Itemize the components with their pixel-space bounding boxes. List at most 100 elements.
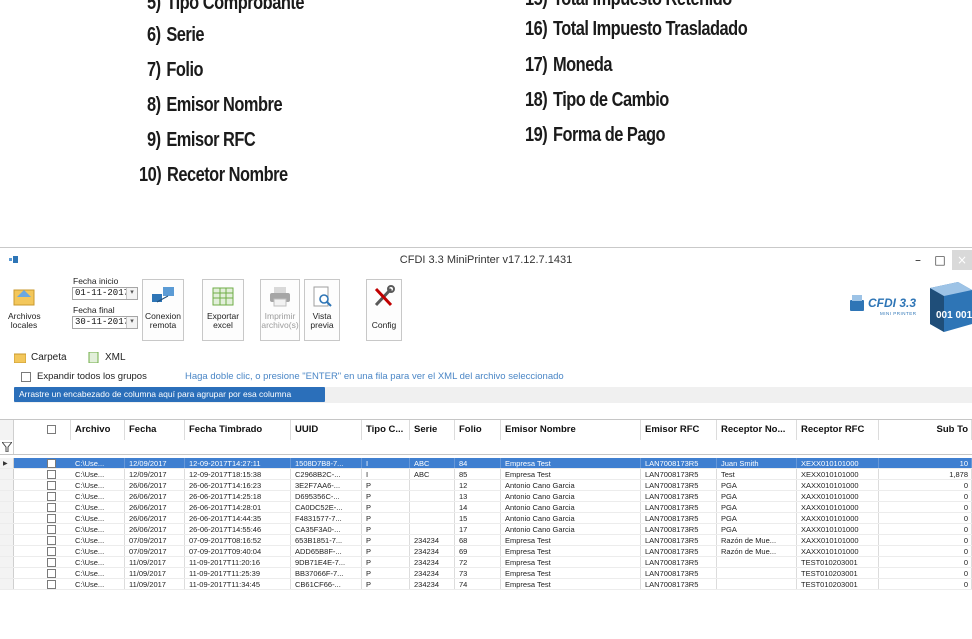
cell-archivo: C:\Use... xyxy=(71,568,125,578)
config-label: Config xyxy=(371,320,397,330)
row-checkbox[interactable] xyxy=(47,536,56,545)
conexion-remota-button[interactable]: Conexion remota xyxy=(142,279,184,341)
table-row[interactable]: C:\Use... 26/06/2017 26-06-2017T14:55:46 CA… xyxy=(0,524,972,535)
table-row[interactable]: ▶ C:\Use... 12/09/2017 12-09-2017T14:27:11 1… xyxy=(0,458,972,469)
chevron-down-icon[interactable]: ▾ xyxy=(126,288,137,299)
table-row[interactable]: C:\Use... 26/06/2017 26-06-2017T14:16:23 3E… xyxy=(0,480,972,491)
column-header-receptor-rfc[interactable]: Receptor RFC xyxy=(797,420,879,440)
table-row[interactable]: C:\Use... 26/06/2017 26-06-2017T14:44:35 F4… xyxy=(0,513,972,524)
cell-uuid: C2968B2C-... xyxy=(291,469,362,479)
exportar-excel-button[interactable]: Exportar excel xyxy=(202,279,244,341)
cell-receptor-rfc: XAXX010101000 xyxy=(797,491,879,501)
table-row[interactable]: C:\Use... 11/09/2017 11-09-2017T11:20:16 9D… xyxy=(0,557,972,568)
cell-tipo-comprobante: P xyxy=(362,546,410,556)
ribbon-toolbar: Archivos locales Fecha inicio 01-11-2017… xyxy=(0,275,972,345)
fecha-inicio-input[interactable]: 01-11-2017 ▾ xyxy=(72,287,138,300)
cell-folio: 13 xyxy=(455,491,501,501)
row-indicator[interactable] xyxy=(0,480,14,490)
row-checkbox[interactable] xyxy=(47,514,56,523)
select-all-checkbox[interactable] xyxy=(47,425,56,434)
row-checkbox[interactable] xyxy=(47,558,56,567)
table-row[interactable]: C:\Use... 07/09/2017 07-09-2017T08:16:52 65… xyxy=(0,535,972,546)
column-header-folio[interactable]: Folio xyxy=(455,420,501,440)
minimize-button[interactable]: – xyxy=(908,250,928,270)
column-header-sub-total[interactable]: Sub To xyxy=(879,420,972,440)
column-header-emisor-nombre[interactable]: Emisor Nombre xyxy=(501,420,641,440)
cell-tipo-comprobante: P xyxy=(362,480,410,490)
row-indicator[interactable]: ▶ xyxy=(0,458,14,468)
row-indicator[interactable] xyxy=(0,568,14,578)
cell-uuid: BB37066F-7... xyxy=(291,568,362,578)
cell-fecha: 11/09/2017 xyxy=(125,568,185,578)
row-checkbox[interactable] xyxy=(47,569,56,578)
cell-sub-total: 0 xyxy=(879,579,972,589)
table-row[interactable]: C:\Use... 26/06/2017 26-06-2017T14:25:18 D6… xyxy=(0,491,972,502)
row-indicator[interactable] xyxy=(0,579,14,589)
chevron-down-icon[interactable]: ▾ xyxy=(126,317,137,328)
cell-tipo-comprobante: P xyxy=(362,535,410,545)
row-indicator[interactable] xyxy=(0,513,14,523)
hint-text: Haga doble clic, o presione "ENTER" en u… xyxy=(185,371,564,382)
row-indicator[interactable] xyxy=(0,502,14,512)
row-indicator[interactable] xyxy=(0,491,14,501)
cell-emisor-rfc: LAN7008173R5 xyxy=(641,535,717,545)
column-header-receptor-nombre[interactable]: Receptor No... xyxy=(717,420,797,440)
tab-xml[interactable]: XML xyxy=(88,352,126,363)
row-checkbox[interactable] xyxy=(47,492,56,501)
cell-sub-total: 0 xyxy=(879,480,972,490)
column-header-serie[interactable]: Serie xyxy=(410,420,455,440)
table-row[interactable]: C:\Use... 11/09/2017 11-09-2017T11:34:45 CB… xyxy=(0,579,972,590)
column-header-fecha-timbrado[interactable]: Fecha Timbrado xyxy=(185,420,291,440)
cell-emisor-rfc: LAN7008173R5 xyxy=(641,480,717,490)
row-checkbox[interactable] xyxy=(47,503,56,512)
row-checkbox[interactable] xyxy=(47,459,56,468)
cell-receptor-rfc: XAXX010101000 xyxy=(797,535,879,545)
column-header-fecha[interactable]: Fecha xyxy=(125,420,185,440)
imprimir-button[interactable]: Imprimir archivo(s) xyxy=(260,279,300,341)
home-folder-icon xyxy=(13,289,35,306)
fecha-final-input[interactable]: 30-11-2017 ▾ xyxy=(72,316,138,329)
table-row[interactable]: C:\Use... 11/09/2017 11-09-2017T11:25:39 BB… xyxy=(0,568,972,579)
cell-sub-total: 0 xyxy=(879,568,972,578)
archivos-locales-button[interactable]: Archivos locales xyxy=(8,279,41,341)
column-header-tipo-comprobante[interactable]: Tipo C... xyxy=(362,420,410,440)
cell-emisor-rfc: LAN7008173R5 xyxy=(641,568,717,578)
cell-archivo: C:\Use... xyxy=(71,524,125,534)
doc-item: 6) Serie xyxy=(147,24,205,46)
cell-uuid: 653B1851-7... xyxy=(291,535,362,545)
tab-carpeta[interactable]: Carpeta xyxy=(14,352,67,363)
row-checkbox[interactable] xyxy=(47,525,56,534)
cell-tipo-comprobante: I xyxy=(362,458,410,468)
row-indicator[interactable] xyxy=(0,546,14,556)
column-header-archivo[interactable]: Archivo xyxy=(71,420,125,440)
row-checkbox[interactable] xyxy=(47,470,56,479)
row-checkbox[interactable] xyxy=(47,580,56,589)
cell-serie xyxy=(410,491,455,501)
table-row[interactable]: C:\Use... 12/09/2017 12-09-2017T18:15:38 C2… xyxy=(0,469,972,480)
table-row[interactable]: C:\Use... 07/09/2017 07-09-2017T09:40:04 AD… xyxy=(0,546,972,557)
close-button[interactable]: × xyxy=(952,250,972,270)
row-checkbox[interactable] xyxy=(47,481,56,490)
expand-groups-checkbox[interactable] xyxy=(21,372,31,382)
cell-receptor-nombre xyxy=(717,557,797,567)
cell-emisor-nombre: Antonio Cano Garcia xyxy=(501,491,641,501)
row-indicator[interactable] xyxy=(0,557,14,567)
cell-serie: 234234 xyxy=(410,568,455,578)
row-indicator[interactable] xyxy=(0,469,14,479)
row-checkbox[interactable] xyxy=(47,547,56,556)
config-button[interactable]: Config xyxy=(366,279,402,341)
group-panel[interactable]: Arrastre un encabezado de columna aquí p… xyxy=(14,387,972,403)
filter-icon[interactable] xyxy=(2,442,12,452)
cell-uuid: 3E2F7AA6-... xyxy=(291,480,362,490)
cell-serie: 234234 xyxy=(410,546,455,556)
row-indicator[interactable] xyxy=(0,524,14,534)
cell-uuid: D695356C-... xyxy=(291,491,362,501)
vista-previa-button[interactable]: Vista previa xyxy=(304,279,340,341)
tab-xml-label: XML xyxy=(105,352,126,363)
row-indicator[interactable] xyxy=(0,535,14,545)
column-header-uuid[interactable]: UUID xyxy=(291,420,362,440)
table-row[interactable]: C:\Use... 26/06/2017 26-06-2017T14:28:01 CA… xyxy=(0,502,972,513)
cell-receptor-nombre: PGA xyxy=(717,524,797,534)
column-header-emisor-rfc[interactable]: Emisor RFC xyxy=(641,420,717,440)
maximize-button[interactable]: □ xyxy=(930,250,950,270)
